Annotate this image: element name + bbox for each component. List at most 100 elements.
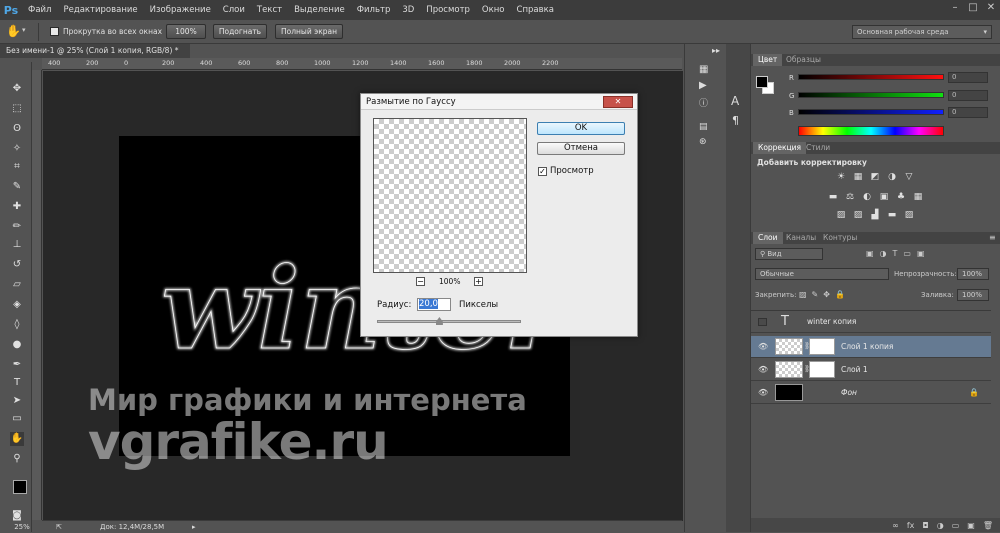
tab-styles[interactable]: Стили bbox=[801, 142, 835, 154]
blend-mode-dropdown[interactable]: Обычные bbox=[755, 268, 889, 280]
magic-wand-tool-icon[interactable]: ✧ bbox=[10, 142, 24, 156]
marquee-tool-icon[interactable]: ⬚ bbox=[10, 102, 24, 116]
layer-filter-dropdown[interactable]: ⚲ Вид bbox=[755, 248, 823, 260]
history-panel-icon[interactable]: ▦ bbox=[699, 64, 708, 75]
radius-input[interactable]: 20,0 bbox=[417, 298, 451, 311]
zoom-level[interactable]: 25% bbox=[6, 521, 38, 533]
menu-edit[interactable]: Редактирование bbox=[57, 0, 143, 20]
fill-screen-button[interactable]: Полный экран bbox=[275, 24, 343, 39]
layer-mask-thumbnail[interactable] bbox=[809, 338, 835, 355]
layer-filter-icons[interactable]: ▣◑T▭▣ bbox=[866, 249, 931, 258]
new-group-icon[interactable]: ▭ bbox=[952, 521, 960, 530]
tab-adjustments[interactable]: Коррекция bbox=[753, 142, 807, 154]
layer-row[interactable]: T winter копия bbox=[751, 311, 991, 333]
delete-layer-icon[interactable]: 🗑 bbox=[983, 521, 993, 530]
hue-saturation-adjustment-icon[interactable]: ▬ bbox=[827, 192, 839, 203]
export-icon[interactable]: ⇱ bbox=[56, 521, 62, 533]
actual-pixels-button[interactable]: 100% bbox=[166, 24, 206, 39]
color-foreground-swatch[interactable] bbox=[756, 76, 768, 88]
menu-window[interactable]: Окно bbox=[476, 0, 511, 20]
new-adjustment-icon[interactable]: ◑ bbox=[937, 521, 944, 530]
maximize-button[interactable]: □ bbox=[964, 0, 982, 16]
curves-adjustment-icon[interactable]: ◩ bbox=[869, 172, 881, 183]
foreground-color-swatch[interactable] bbox=[13, 480, 27, 494]
brush-tool-icon[interactable]: ✏ bbox=[10, 220, 24, 234]
eye-icon[interactable]: 👁 bbox=[758, 388, 768, 397]
hand-icon[interactable]: ✋ bbox=[6, 24, 21, 38]
eye-icon[interactable]: 👁 bbox=[758, 365, 768, 374]
menu-type[interactable]: Текст bbox=[251, 0, 288, 20]
threshold-adjustment-icon[interactable]: ▟ bbox=[869, 210, 881, 221]
close-button[interactable]: ✕ bbox=[982, 0, 1000, 16]
brush-panel-icon[interactable]: ▤ bbox=[699, 122, 708, 132]
menu-filter[interactable]: Фильтр bbox=[351, 0, 397, 20]
color-spectrum-bar[interactable] bbox=[798, 126, 944, 136]
workspace-dropdown[interactable]: Основная рабочая среда ▾ bbox=[852, 25, 992, 39]
link-layers-icon[interactable]: ∞ bbox=[892, 521, 899, 530]
status-menu-arrow-icon[interactable]: ▸ bbox=[192, 521, 196, 533]
menu-help[interactable]: Справка bbox=[511, 0, 560, 20]
red-value[interactable]: 0 bbox=[948, 72, 988, 83]
document-tab[interactable]: Без имени-1 @ 25% (Слой 1 копия, RGB/8) … bbox=[0, 44, 190, 69]
minimize-button[interactable]: – bbox=[946, 0, 964, 16]
lasso-tool-icon[interactable]: ʘ bbox=[10, 122, 24, 136]
levels-adjustment-icon[interactable]: ▦ bbox=[852, 172, 864, 183]
fit-screen-button[interactable]: Подогнать bbox=[213, 24, 267, 39]
blue-value[interactable]: 0 bbox=[948, 107, 988, 118]
zoom-tool-icon[interactable]: ⚲ bbox=[10, 452, 24, 466]
channel-mixer-adjustment-icon[interactable]: ♣ bbox=[895, 192, 907, 203]
radius-slider-thumb[interactable] bbox=[435, 317, 443, 325]
eyedropper-tool-icon[interactable]: ✎ bbox=[10, 180, 24, 194]
red-slider[interactable] bbox=[798, 74, 944, 80]
crop-tool-icon[interactable]: ⌗ bbox=[10, 160, 24, 174]
layer-row-selected[interactable]: 👁 ⛓ Слой 1 копия bbox=[751, 336, 991, 358]
zoom-out-button[interactable]: − bbox=[416, 277, 425, 286]
tab-swatches[interactable]: Образцы bbox=[781, 54, 826, 66]
eraser-tool-icon[interactable]: ▱ bbox=[10, 278, 24, 292]
preview-checkbox[interactable]: ✓ bbox=[538, 167, 547, 176]
menu-view[interactable]: Просмотр bbox=[420, 0, 476, 20]
ok-button[interactable]: OK bbox=[537, 122, 625, 135]
menu-file[interactable]: Файл bbox=[22, 0, 57, 20]
layer-row[interactable]: 👁 ⛓ Слой 1 bbox=[751, 359, 991, 381]
gradient-map-adjustment-icon[interactable]: ▬ bbox=[886, 210, 898, 221]
color-lookup-adjustment-icon[interactable]: ▦ bbox=[912, 192, 924, 203]
fill-field[interactable]: 100% bbox=[957, 289, 989, 301]
blur-tool-icon[interactable]: ◊ bbox=[10, 318, 24, 332]
vibrance-adjustment-icon[interactable]: ▽ bbox=[903, 172, 915, 183]
tab-channels[interactable]: Каналы bbox=[781, 232, 821, 244]
tool-preset-dropdown-icon[interactable]: ▾ bbox=[22, 26, 26, 34]
radius-slider-track[interactable] bbox=[377, 320, 521, 323]
blue-slider[interactable] bbox=[798, 109, 944, 115]
cancel-button[interactable]: Отмена bbox=[537, 142, 625, 155]
character-panel-icon[interactable]: A bbox=[731, 94, 739, 108]
menu-select[interactable]: Выделение bbox=[288, 0, 351, 20]
color-balance-adjustment-icon[interactable]: ⚖ bbox=[844, 192, 856, 203]
brightness-adjustment-icon[interactable]: ☀ bbox=[835, 172, 847, 183]
tab-layers[interactable]: Слои bbox=[753, 232, 783, 244]
add-mask-icon[interactable]: ◘ bbox=[922, 521, 928, 530]
dialog-close-icon[interactable]: ✕ bbox=[603, 96, 633, 108]
gradient-tool-icon[interactable]: ◈ bbox=[10, 298, 24, 312]
paragraph-panel-icon[interactable]: ¶ bbox=[732, 114, 739, 127]
history-brush-tool-icon[interactable]: ↺ bbox=[10, 258, 24, 272]
posterize-adjustment-icon[interactable]: ▨ bbox=[852, 210, 864, 221]
tab-paths[interactable]: Контуры bbox=[818, 232, 862, 244]
menu-layers[interactable]: Слои bbox=[217, 0, 251, 20]
info-panel-icon[interactable]: ⓘ bbox=[699, 96, 708, 109]
expand-panels-icon[interactable]: ▸▸ bbox=[707, 44, 725, 58]
green-slider[interactable] bbox=[798, 92, 944, 98]
layer-mask-thumbnail[interactable] bbox=[809, 361, 835, 378]
type-tool-icon[interactable]: T bbox=[10, 376, 24, 390]
hand-tool-icon[interactable]: ✋ bbox=[10, 432, 24, 446]
selective-color-adjustment-icon[interactable]: ▨ bbox=[903, 210, 915, 221]
green-value[interactable]: 0 bbox=[948, 90, 988, 101]
zoom-in-button[interactable]: + bbox=[474, 277, 483, 286]
layer-style-icon[interactable]: fx bbox=[907, 521, 915, 530]
exposure-adjustment-icon[interactable]: ◑ bbox=[886, 172, 898, 183]
blur-preview[interactable] bbox=[373, 118, 527, 273]
clone-source-icon[interactable]: ⊛ bbox=[699, 137, 707, 147]
path-selection-tool-icon[interactable]: ➤ bbox=[10, 394, 24, 408]
pen-tool-icon[interactable]: ✒ bbox=[10, 358, 24, 372]
dodge-tool-icon[interactable]: ● bbox=[10, 338, 24, 352]
